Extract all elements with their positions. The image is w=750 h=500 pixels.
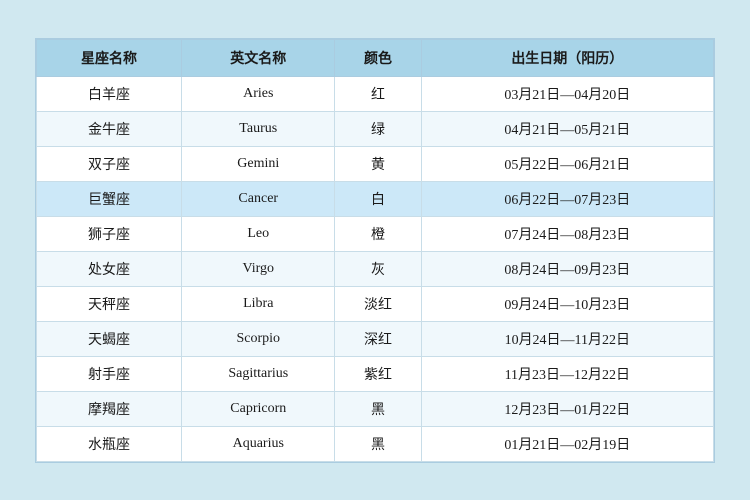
cell-dates: 07月24日—08月23日 bbox=[421, 216, 713, 251]
cell-dates: 09月24日—10月23日 bbox=[421, 286, 713, 321]
zodiac-table-wrapper: 星座名称 英文名称 颜色 出生日期（阳历） 白羊座Aries红03月21日—04… bbox=[35, 38, 715, 463]
cell-color: 紫红 bbox=[335, 356, 421, 391]
cell-dates: 11月23日—12月22日 bbox=[421, 356, 713, 391]
cell-color: 淡红 bbox=[335, 286, 421, 321]
cell-color: 深红 bbox=[335, 321, 421, 356]
table-row: 巨蟹座Cancer白06月22日—07月23日 bbox=[37, 181, 714, 216]
table-row: 狮子座Leo橙07月24日—08月23日 bbox=[37, 216, 714, 251]
cell-dates: 03月21日—04月20日 bbox=[421, 76, 713, 111]
cell-dates: 04月21日—05月21日 bbox=[421, 111, 713, 146]
cell-chinese: 处女座 bbox=[37, 251, 182, 286]
cell-color: 灰 bbox=[335, 251, 421, 286]
table-row: 射手座Sagittarius紫红11月23日—12月22日 bbox=[37, 356, 714, 391]
cell-english: Libra bbox=[182, 286, 335, 321]
cell-english: Aquarius bbox=[182, 426, 335, 461]
table-row: 金牛座Taurus绿04月21日—05月21日 bbox=[37, 111, 714, 146]
cell-chinese: 巨蟹座 bbox=[37, 181, 182, 216]
cell-dates: 12月23日—01月22日 bbox=[421, 391, 713, 426]
cell-dates: 10月24日—11月22日 bbox=[421, 321, 713, 356]
cell-color: 红 bbox=[335, 76, 421, 111]
cell-dates: 08月24日—09月23日 bbox=[421, 251, 713, 286]
cell-english: Gemini bbox=[182, 146, 335, 181]
col-header-dates: 出生日期（阳历） bbox=[421, 39, 713, 76]
cell-chinese: 摩羯座 bbox=[37, 391, 182, 426]
cell-english: Aries bbox=[182, 76, 335, 111]
cell-english: Capricorn bbox=[182, 391, 335, 426]
col-header-chinese: 星座名称 bbox=[37, 39, 182, 76]
cell-color: 橙 bbox=[335, 216, 421, 251]
cell-chinese: 射手座 bbox=[37, 356, 182, 391]
cell-chinese: 天蝎座 bbox=[37, 321, 182, 356]
cell-english: Taurus bbox=[182, 111, 335, 146]
cell-chinese: 天秤座 bbox=[37, 286, 182, 321]
zodiac-table: 星座名称 英文名称 颜色 出生日期（阳历） 白羊座Aries红03月21日—04… bbox=[36, 39, 714, 462]
cell-chinese: 双子座 bbox=[37, 146, 182, 181]
table-row: 天秤座Libra淡红09月24日—10月23日 bbox=[37, 286, 714, 321]
cell-color: 绿 bbox=[335, 111, 421, 146]
table-row: 处女座Virgo灰08月24日—09月23日 bbox=[37, 251, 714, 286]
cell-dates: 05月22日—06月21日 bbox=[421, 146, 713, 181]
cell-chinese: 金牛座 bbox=[37, 111, 182, 146]
cell-english: Scorpio bbox=[182, 321, 335, 356]
table-header-row: 星座名称 英文名称 颜色 出生日期（阳历） bbox=[37, 39, 714, 76]
cell-color: 黑 bbox=[335, 426, 421, 461]
table-row: 水瓶座Aquarius黑01月21日—02月19日 bbox=[37, 426, 714, 461]
table-row: 双子座Gemini黄05月22日—06月21日 bbox=[37, 146, 714, 181]
cell-dates: 06月22日—07月23日 bbox=[421, 181, 713, 216]
cell-english: Sagittarius bbox=[182, 356, 335, 391]
cell-color: 黄 bbox=[335, 146, 421, 181]
cell-color: 黑 bbox=[335, 391, 421, 426]
cell-chinese: 水瓶座 bbox=[37, 426, 182, 461]
col-header-english: 英文名称 bbox=[182, 39, 335, 76]
col-header-color: 颜色 bbox=[335, 39, 421, 76]
cell-english: Virgo bbox=[182, 251, 335, 286]
table-row: 摩羯座Capricorn黑12月23日—01月22日 bbox=[37, 391, 714, 426]
cell-english: Cancer bbox=[182, 181, 335, 216]
cell-english: Leo bbox=[182, 216, 335, 251]
cell-dates: 01月21日—02月19日 bbox=[421, 426, 713, 461]
cell-chinese: 白羊座 bbox=[37, 76, 182, 111]
table-body: 白羊座Aries红03月21日—04月20日金牛座Taurus绿04月21日—0… bbox=[37, 76, 714, 461]
cell-color: 白 bbox=[335, 181, 421, 216]
table-row: 白羊座Aries红03月21日—04月20日 bbox=[37, 76, 714, 111]
cell-chinese: 狮子座 bbox=[37, 216, 182, 251]
table-row: 天蝎座Scorpio深红10月24日—11月22日 bbox=[37, 321, 714, 356]
